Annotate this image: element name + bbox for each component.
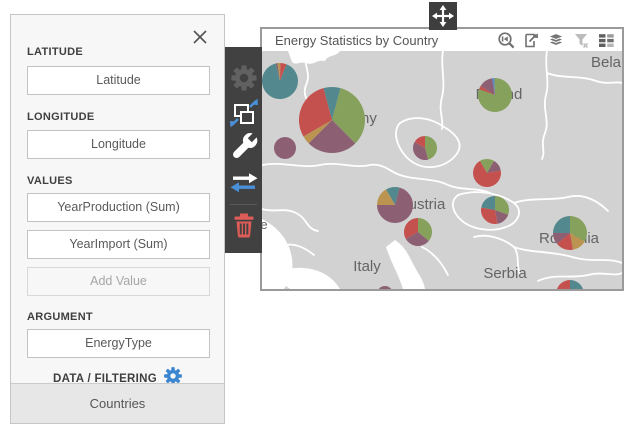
map-land [262,51,622,289]
country-label: e [262,217,268,232]
wrench-icon[interactable] [225,128,262,164]
value-field-yearimport[interactable]: YearImport (Sum) [27,230,210,259]
pie-marker-slice[interactable] [274,137,296,159]
longitude-section-label: LONGITUDE [27,111,94,123]
latitude-section-label: LATITUDE [27,46,83,58]
move-handle-icon[interactable] [429,2,457,30]
europe-map[interactable]: BelaGermanyPolandAustriaItalySerbiaRoman… [262,51,622,289]
trash-icon[interactable] [225,207,262,243]
export-icon[interactable] [521,30,541,50]
layers-icon[interactable] [546,30,566,50]
countries-footer-button[interactable]: Countries [11,383,224,423]
toolbar-divider [230,204,257,205]
map-widget: Energy Statistics by Country [260,27,624,291]
initial-extent-icon[interactable] [496,30,516,50]
add-value-field[interactable]: Add Value [27,267,210,296]
values-grid-icon[interactable] [596,30,616,50]
swap-arrows-icon[interactable] [225,164,262,200]
convert-item-icon[interactable] [225,95,262,131]
country-label: Italy [353,258,381,275]
longitude-field[interactable]: Longitude [27,130,210,159]
gear-icon[interactable] [225,60,262,96]
value-field-yearproduction[interactable]: YearProduction (Sum) [27,193,210,222]
latitude-field[interactable]: Latitude [27,66,210,95]
map-widget-title: Energy Statistics by Country [275,33,496,48]
argument-field-energytype[interactable]: EnergyType [27,329,210,358]
item-toolbar [225,47,262,253]
map-widget-header: Energy Statistics by Country [262,29,622,51]
close-icon[interactable] [191,28,209,46]
argument-section-label: ARGUMENT [27,311,93,323]
country-label: Serbia [483,265,527,282]
country-label: Bela [591,54,622,71]
clear-filter-icon[interactable] [571,30,591,50]
data-binding-panel: LATITUDE Latitude LONGITUDE Longitude VA… [10,14,225,424]
values-section-label: VALUES [27,175,73,187]
